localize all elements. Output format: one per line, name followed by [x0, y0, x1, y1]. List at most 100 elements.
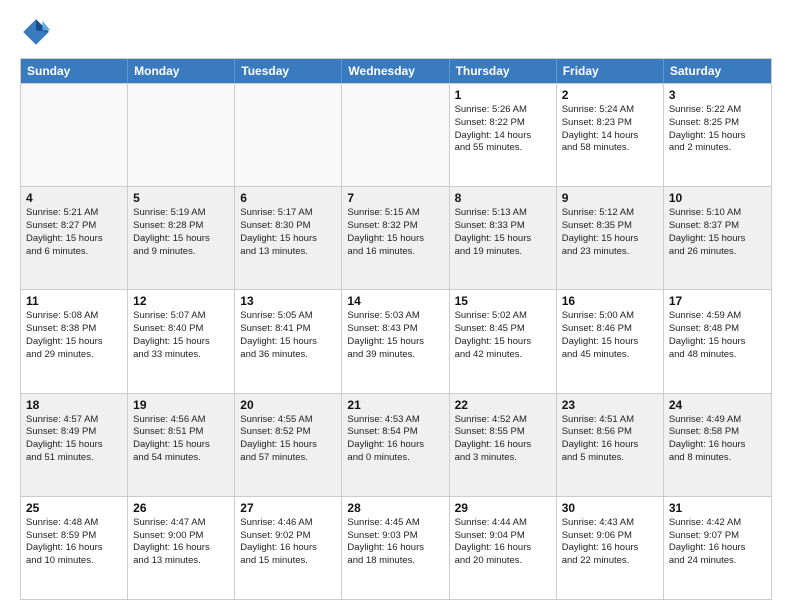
day-number: 23: [562, 398, 658, 412]
day-info: Sunrise: 4:57 AM Sunset: 8:49 PM Dayligh…: [26, 414, 122, 465]
day-info: Sunrise: 5:10 AM Sunset: 8:37 PM Dayligh…: [669, 207, 766, 258]
calendar-cell: [21, 84, 128, 186]
day-number: 25: [26, 501, 122, 515]
calendar-cell: 31 Sunrise: 4:42 AM Sunset: 9:07 PM Dayli…: [664, 497, 771, 599]
calendar-cell: 16Sunrise: 5:00 AM Sunset: 8:46 PM Dayli…: [557, 290, 664, 392]
day-info: Sunrise: 4:44 AM Sunset: 9:04 PM Dayligh…: [455, 517, 551, 568]
calendar-cell: 29 Sunrise: 4:44 AM Sunset: 9:04 PM Dayli…: [450, 497, 557, 599]
day-number: 11: [26, 294, 122, 308]
day-info: Sunrise: 5:13 AM Sunset: 8:33 PM Dayligh…: [455, 207, 551, 258]
calendar-cell: 1 Sunrise: 5:26 AM Sunset: 8:22 PM Daylig…: [450, 84, 557, 186]
calendar-cell: [128, 84, 235, 186]
day-number: 14: [347, 294, 443, 308]
day-info: Sunrise: 5:21 AM Sunset: 8:27 PM Dayligh…: [26, 207, 122, 258]
day-info: Sunrise: 5:08 AM Sunset: 8:38 PM Dayligh…: [26, 310, 122, 361]
calendar-cell: 13 Sunrise: 5:05 AM Sunset: 8:41 PM Dayli…: [235, 290, 342, 392]
day-number: 8: [455, 191, 551, 205]
day-header-wednesday: Wednesday: [342, 59, 449, 83]
calendar-cell: 27 Sunrise: 4:46 AM Sunset: 9:02 PM Dayli…: [235, 497, 342, 599]
day-info: Sunrise: 5:02 AM Sunset: 8:45 PM Dayligh…: [455, 310, 551, 361]
day-number: 6: [240, 191, 336, 205]
calendar-cell: 22 Sunrise: 4:52 AM Sunset: 8:55 PM Dayli…: [450, 394, 557, 496]
logo-icon: [20, 16, 52, 48]
day-info: Sunrise: 4:42 AM Sunset: 9:07 PM Dayligh…: [669, 517, 766, 568]
header: [20, 16, 772, 48]
calendar-row-5: 25 Sunrise: 4:48 AM Sunset: 8:59 PM Dayli…: [21, 496, 771, 599]
calendar-cell: 2 Sunrise: 5:24 AM Sunset: 8:23 PM Daylig…: [557, 84, 664, 186]
calendar-cell: 15 Sunrise: 5:02 AM Sunset: 8:45 PM Dayli…: [450, 290, 557, 392]
day-number: 29: [455, 501, 551, 515]
calendar-cell: 10 Sunrise: 5:10 AM Sunset: 8:37 PM Dayli…: [664, 187, 771, 289]
calendar-row-2: 4 Sunrise: 5:21 AM Sunset: 8:27 PM Daylig…: [21, 186, 771, 289]
day-number: 27: [240, 501, 336, 515]
day-info: Sunrise: 5:17 AM Sunset: 8:30 PM Dayligh…: [240, 207, 336, 258]
calendar-cell: 11 Sunrise: 5:08 AM Sunset: 8:38 PM Dayli…: [21, 290, 128, 392]
day-number: 5: [133, 191, 229, 205]
day-info: Sunrise: 5:26 AM Sunset: 8:22 PM Dayligh…: [455, 104, 551, 155]
day-number: 28: [347, 501, 443, 515]
calendar-cell: 9 Sunrise: 5:12 AM Sunset: 8:35 PM Daylig…: [557, 187, 664, 289]
calendar-cell: 7Sunrise: 5:15 AM Sunset: 8:32 PM Daylig…: [342, 187, 449, 289]
day-info: Sunrise: 5:05 AM Sunset: 8:41 PM Dayligh…: [240, 310, 336, 361]
day-header-sunday: Sunday: [21, 59, 128, 83]
day-number: 3: [669, 88, 766, 102]
calendar-cell: 19 Sunrise: 4:56 AM Sunset: 8:51 PM Dayli…: [128, 394, 235, 496]
day-info: Sunrise: 4:47 AM Sunset: 9:00 PM Dayligh…: [133, 517, 229, 568]
page: SundayMondayTuesdayWednesdayThursdayFrid…: [0, 0, 792, 612]
day-info: Sunrise: 5:22 AM Sunset: 8:25 PM Dayligh…: [669, 104, 766, 155]
day-number: 31: [669, 501, 766, 515]
day-info: Sunrise: 5:24 AM Sunset: 8:23 PM Dayligh…: [562, 104, 658, 155]
day-header-friday: Friday: [557, 59, 664, 83]
day-info: Sunrise: 4:56 AM Sunset: 8:51 PM Dayligh…: [133, 414, 229, 465]
day-info: Sunrise: 5:07 AM Sunset: 8:40 PM Dayligh…: [133, 310, 229, 361]
day-number: 13: [240, 294, 336, 308]
day-info: Sunrise: 4:53 AM Sunset: 8:54 PM Dayligh…: [347, 414, 443, 465]
calendar-cell: 17 Sunrise: 4:59 AM Sunset: 8:48 PM Dayli…: [664, 290, 771, 392]
calendar-row-4: 18 Sunrise: 4:57 AM Sunset: 8:49 PM Dayli…: [21, 393, 771, 496]
calendar-cell: 3 Sunrise: 5:22 AM Sunset: 8:25 PM Daylig…: [664, 84, 771, 186]
day-info: Sunrise: 4:46 AM Sunset: 9:02 PM Dayligh…: [240, 517, 336, 568]
calendar-body: 1 Sunrise: 5:26 AM Sunset: 8:22 PM Daylig…: [21, 83, 771, 599]
calendar-cell: [235, 84, 342, 186]
day-number: 20: [240, 398, 336, 412]
day-number: 22: [455, 398, 551, 412]
day-number: 21: [347, 398, 443, 412]
day-header-thursday: Thursday: [450, 59, 557, 83]
calendar-cell: 20 Sunrise: 4:55 AM Sunset: 8:52 PM Dayli…: [235, 394, 342, 496]
day-info: Sunrise: 5:15 AM Sunset: 8:32 PM Dayligh…: [347, 207, 443, 258]
day-info: Sunrise: 4:59 AM Sunset: 8:48 PM Dayligh…: [669, 310, 766, 361]
day-number: 10: [669, 191, 766, 205]
day-header-saturday: Saturday: [664, 59, 771, 83]
day-info: Sunrise: 4:49 AM Sunset: 8:58 PM Dayligh…: [669, 414, 766, 465]
day-number: 1: [455, 88, 551, 102]
day-number: 9: [562, 191, 658, 205]
day-number: 19: [133, 398, 229, 412]
day-info: Sunrise: 5:00 AM Sunset: 8:46 PM Dayligh…: [562, 310, 658, 361]
day-info: Sunrise: 4:52 AM Sunset: 8:55 PM Dayligh…: [455, 414, 551, 465]
day-number: 18: [26, 398, 122, 412]
calendar-cell: 23 Sunrise: 4:51 AM Sunset: 8:56 PM Dayli…: [557, 394, 664, 496]
day-info: Sunrise: 4:55 AM Sunset: 8:52 PM Dayligh…: [240, 414, 336, 465]
calendar-cell: 6 Sunrise: 5:17 AM Sunset: 8:30 PM Daylig…: [235, 187, 342, 289]
calendar-cell: 26Sunrise: 4:47 AM Sunset: 9:00 PM Dayli…: [128, 497, 235, 599]
day-info: Sunrise: 5:03 AM Sunset: 8:43 PM Dayligh…: [347, 310, 443, 361]
day-info: Sunrise: 5:12 AM Sunset: 8:35 PM Dayligh…: [562, 207, 658, 258]
calendar-cell: 14 Sunrise: 5:03 AM Sunset: 8:43 PM Dayli…: [342, 290, 449, 392]
calendar-cell: 21 Sunrise: 4:53 AM Sunset: 8:54 PM Dayli…: [342, 394, 449, 496]
calendar-cell: 24Sunrise: 4:49 AM Sunset: 8:58 PM Dayli…: [664, 394, 771, 496]
day-number: 15: [455, 294, 551, 308]
day-info: Sunrise: 4:51 AM Sunset: 8:56 PM Dayligh…: [562, 414, 658, 465]
calendar: SundayMondayTuesdayWednesdayThursdayFrid…: [20, 58, 772, 600]
calendar-cell: 18 Sunrise: 4:57 AM Sunset: 8:49 PM Dayli…: [21, 394, 128, 496]
day-number: 2: [562, 88, 658, 102]
calendar-header-row: SundayMondayTuesdayWednesdayThursdayFrid…: [21, 59, 771, 83]
day-number: 4: [26, 191, 122, 205]
calendar-cell: 28 Sunrise: 4:45 AM Sunset: 9:03 PM Dayli…: [342, 497, 449, 599]
calendar-cell: 4 Sunrise: 5:21 AM Sunset: 8:27 PM Daylig…: [21, 187, 128, 289]
calendar-cell: 5Sunrise: 5:19 AM Sunset: 8:28 PM Daylig…: [128, 187, 235, 289]
day-info: Sunrise: 4:48 AM Sunset: 8:59 PM Dayligh…: [26, 517, 122, 568]
day-number: 17: [669, 294, 766, 308]
day-header-monday: Monday: [128, 59, 235, 83]
day-info: Sunrise: 4:45 AM Sunset: 9:03 PM Dayligh…: [347, 517, 443, 568]
calendar-row-1: 1 Sunrise: 5:26 AM Sunset: 8:22 PM Daylig…: [21, 83, 771, 186]
